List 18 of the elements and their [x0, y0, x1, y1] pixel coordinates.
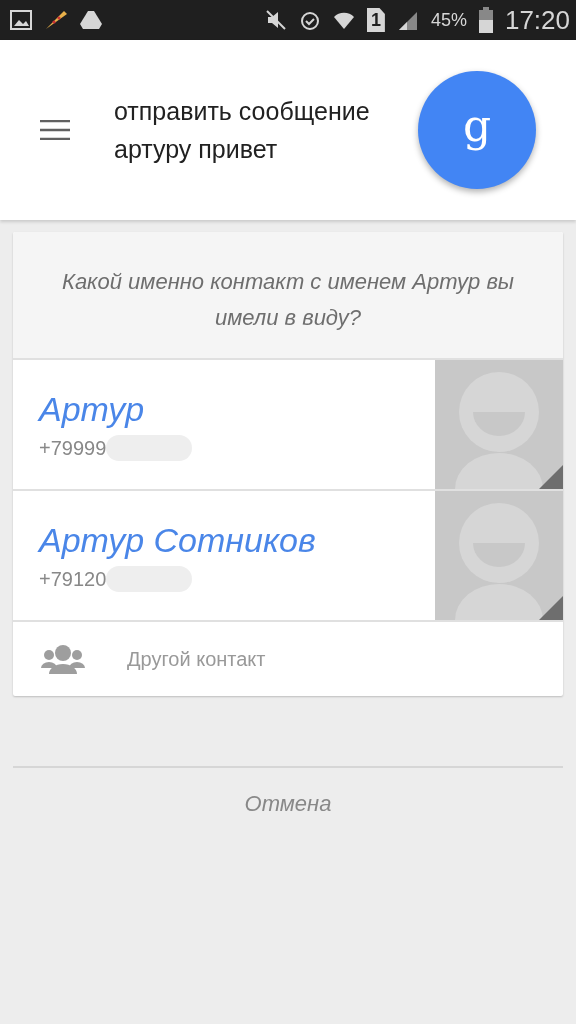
alarm-icon — [298, 9, 321, 31]
battery-level: 45% — [430, 9, 467, 31]
sim-icon: 1 — [366, 8, 385, 32]
other-contact-option[interactable]: Другой контакт — [127, 647, 266, 671]
mute-icon — [264, 9, 287, 31]
phone-number: +79120 — [39, 567, 107, 591]
cancel-button[interactable]: Отмена — [238, 790, 338, 818]
contact-name[interactable]: Артур — [39, 390, 145, 429]
people-icon — [41, 644, 85, 674]
clock-time: 17:20 — [504, 4, 570, 36]
phone-number: +79999 — [39, 436, 107, 460]
voice-query: отправить сообщение артуру привет — [114, 96, 371, 165]
menu-icon[interactable] — [40, 120, 70, 140]
battery-icon — [478, 7, 493, 33]
question-text: Какой именно контакт с именем Артур вы имели в виду? — [13, 232, 563, 358]
contact-name[interactable]: Артур Сотников — [39, 521, 316, 560]
image-icon — [10, 9, 32, 31]
google-mic-button[interactable]: g — [418, 71, 536, 189]
